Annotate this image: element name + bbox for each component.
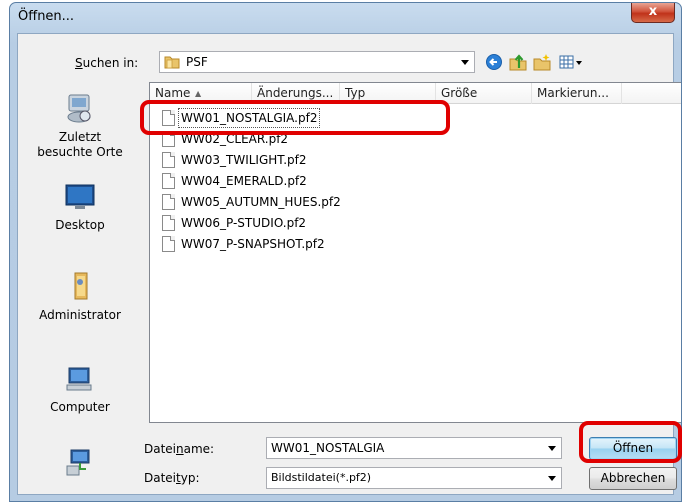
file-icon (162, 236, 175, 252)
places-bar: Zuletzt besuchte Orte Desktop Administra… (18, 82, 142, 494)
close-button[interactable]: x (631, 3, 675, 23)
cancel-button[interactable]: Abbrechen (589, 467, 677, 490)
place-recent[interactable]: Zuletzt besuchte Orte (18, 92, 142, 160)
file-icon (162, 152, 175, 168)
column-header-type[interactable]: Typ (340, 83, 436, 104)
back-icon[interactable] (484, 52, 504, 72)
place-label: Administrator (39, 308, 121, 322)
column-header-size[interactable]: Größe (436, 83, 532, 104)
column-header-name[interactable]: Name ▲ (150, 83, 252, 104)
file-icon (162, 215, 175, 231)
title-bar[interactable]: Öffnen... x (10, 3, 681, 33)
file-icon (162, 173, 175, 189)
dialog-client: Suchen in: PSF Zuletzt besuchte Orte Des… (17, 33, 681, 495)
lookin-value: PSF (186, 55, 208, 69)
view-menu-icon[interactable] (558, 52, 586, 72)
file-icon (162, 131, 175, 147)
place-network[interactable] (18, 446, 142, 484)
place-label: Zuletzt besuchte Orte (37, 130, 123, 159)
place-computer[interactable]: Computer (18, 362, 142, 415)
filetype-label: Dateityp: (144, 471, 200, 485)
desktop-icon (65, 184, 95, 209)
chevron-down-icon[interactable] (548, 446, 556, 451)
place-administrator[interactable]: Administrator (18, 270, 142, 323)
folder-icon (164, 56, 180, 69)
place-label: Desktop (55, 218, 105, 232)
chevron-down-icon[interactable] (548, 476, 556, 481)
new-folder-icon[interactable] (532, 52, 552, 72)
dialog-title: Öffnen... (18, 9, 75, 24)
column-header-modified[interactable]: Änderungs... (252, 83, 340, 104)
lookin-combo[interactable]: PSF (159, 51, 475, 73)
close-icon: x (648, 4, 658, 19)
column-header-tags[interactable]: Markierun... (532, 83, 622, 104)
filetype-select[interactable]: Bildstildatei(*.pf2) (266, 467, 562, 489)
lookin-label: Suchen in: (75, 56, 139, 70)
filename-label: Dateiname: (144, 442, 215, 456)
file-list[interactable]: Name ▲ Änderungs... Typ Größe Markierun..… (149, 82, 681, 423)
file-icon (162, 110, 175, 126)
network-icon (66, 449, 90, 476)
sort-arrow-icon: ▲ (195, 89, 202, 98)
open-dialog: Öffnen... x Suchen in: PSF Zuletzt besuc… (9, 2, 682, 502)
user-folder-icon (74, 272, 88, 300)
place-desktop[interactable]: Desktop (18, 180, 142, 233)
place-label: Computer (50, 400, 110, 414)
list-header: Name ▲ Änderungs... Typ Größe Markierun..… (150, 83, 681, 104)
up-folder-icon[interactable] (508, 52, 528, 72)
filename-input[interactable]: WW01_NOSTALGIA (266, 437, 562, 459)
file-icon (162, 194, 175, 210)
recent-places-icon (67, 94, 91, 123)
chevron-down-icon[interactable] (461, 60, 469, 65)
open-button[interactable]: Öffnen (589, 437, 677, 460)
computer-icon (66, 367, 92, 391)
